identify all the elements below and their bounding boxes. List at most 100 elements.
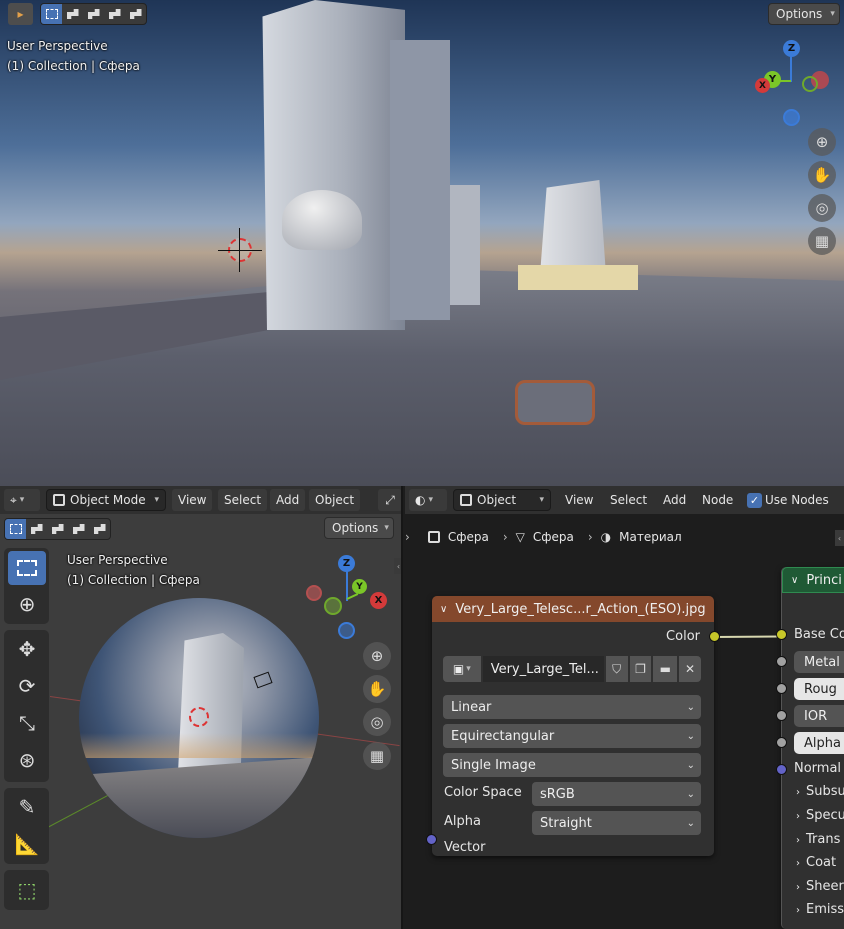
hand-pan-icon[interactable]: ✋ bbox=[808, 161, 836, 189]
move-icon[interactable]: ✥ bbox=[8, 632, 46, 666]
camera-icon[interactable]: ◎ bbox=[363, 708, 391, 736]
select-difference-icon[interactable] bbox=[68, 519, 89, 539]
cursor-icon[interactable]: ⊕ bbox=[8, 587, 46, 621]
select-box-icon[interactable] bbox=[8, 551, 46, 585]
menu-object[interactable]: Object bbox=[309, 489, 361, 511]
ior-socket[interactable] bbox=[776, 710, 787, 721]
sidebar-toggle-icon[interactable]: ‹ bbox=[394, 558, 401, 574]
select-subtract-icon[interactable] bbox=[47, 519, 68, 539]
gizmo-y-axis[interactable]: Y bbox=[352, 579, 367, 594]
camera-icon[interactable]: ◎ bbox=[808, 194, 836, 222]
hand-pan-icon[interactable]: ✋ bbox=[363, 675, 391, 703]
ior-field[interactable]: IOR bbox=[794, 705, 844, 727]
collapse-chevron-icon[interactable]: ∨ bbox=[791, 575, 798, 586]
alpha-mode-dropdown[interactable]: Straight ⌄ bbox=[532, 811, 701, 835]
3d-cursor-icon[interactable] bbox=[189, 707, 209, 727]
shader-node-editor[interactable]: ◐ ▾ Object ▾ View Select Add Node ✓ Use N… bbox=[405, 486, 844, 929]
use-nodes-checkbox[interactable]: ✓ bbox=[747, 493, 762, 508]
select-subtract-icon[interactable] bbox=[83, 4, 104, 24]
annotate-icon[interactable]: ✎ bbox=[8, 790, 46, 824]
fake-user-icon[interactable]: ⛉ bbox=[605, 656, 628, 682]
gizmo-neg-y-axis[interactable] bbox=[802, 76, 818, 92]
selection-mode-group[interactable] bbox=[40, 3, 147, 25]
image-selector[interactable]: ▣ ▾ Very_Large_Tel... ⛉ ❐ ▬ ✕ bbox=[443, 656, 701, 682]
collapse-chevron-icon[interactable]: ∨ bbox=[440, 604, 447, 615]
transform-orientation-icon[interactable]: ⤢ bbox=[378, 489, 401, 511]
select-intersect-icon[interactable] bbox=[89, 519, 110, 539]
transmission-panel[interactable]: › Trans bbox=[796, 832, 840, 847]
base-color-socket[interactable] bbox=[776, 629, 787, 640]
interpolation-dropdown[interactable]: Linear ⌄ bbox=[443, 695, 701, 719]
options-button[interactable]: Options ▾ bbox=[324, 517, 394, 539]
principled-node-header[interactable]: ∨ Princi bbox=[782, 567, 844, 593]
source-dropdown[interactable]: Single Image ⌄ bbox=[443, 753, 701, 777]
menu-add[interactable]: Add bbox=[657, 489, 692, 511]
emission-panel[interactable]: › Emiss bbox=[796, 902, 844, 917]
select-new-icon[interactable] bbox=[41, 4, 62, 24]
select-extend-icon[interactable] bbox=[62, 4, 83, 24]
grid-perspective-icon[interactable]: ▦ bbox=[808, 227, 836, 255]
zoom-icon[interactable]: ⊕ bbox=[363, 642, 391, 670]
duplicate-icon[interactable]: ❐ bbox=[629, 656, 652, 682]
coat-panel[interactable]: › Coat bbox=[796, 855, 836, 870]
image-node-header[interactable]: ∨ Very_Large_Telesc...r_Action_(ESO).jpg bbox=[432, 596, 714, 622]
editor-type-button[interactable]: ⌖ ▾ bbox=[4, 489, 40, 511]
unlink-close-icon[interactable]: ✕ bbox=[679, 656, 701, 682]
subsurface-panel[interactable]: › Subsu bbox=[796, 784, 844, 799]
metallic-field[interactable]: Metal bbox=[794, 651, 844, 673]
gizmo-z-axis[interactable]: Z bbox=[338, 555, 355, 572]
menu-node[interactable]: Node bbox=[696, 489, 739, 511]
vector-input-socket[interactable] bbox=[426, 834, 437, 845]
open-folder-icon[interactable]: ▬ bbox=[653, 656, 678, 682]
sheen-panel[interactable]: › Sheer bbox=[796, 879, 844, 894]
grid-perspective-icon[interactable]: ▦ bbox=[363, 742, 391, 770]
roughness-socket[interactable] bbox=[776, 683, 787, 694]
alpha-field[interactable]: Alpha bbox=[794, 732, 844, 754]
metallic-socket[interactable] bbox=[776, 656, 787, 667]
gizmo-neg-y-axis[interactable] bbox=[324, 597, 342, 615]
gizmo-x-axis[interactable]: X bbox=[370, 592, 387, 609]
menu-select[interactable]: Select bbox=[218, 489, 268, 511]
zoom-icon[interactable]: ⊕ bbox=[808, 128, 836, 156]
gizmo-neg-x-axis[interactable] bbox=[306, 585, 322, 601]
principled-bsdf-node[interactable]: ∨ Princi Base Co Metal Roug IOR Alpha No… bbox=[776, 567, 844, 929]
select-difference-icon[interactable] bbox=[104, 4, 125, 24]
image-name-field[interactable]: Very_Large_Tel... bbox=[482, 656, 604, 682]
alpha-socket[interactable] bbox=[776, 737, 787, 748]
mode-dropdown[interactable]: Object Mode ▾ bbox=[46, 489, 166, 511]
sidebar-toggle-icon[interactable]: ‹ bbox=[835, 530, 844, 546]
editor-type-button[interactable]: ◐ ▾ bbox=[409, 489, 447, 511]
gizmo-z-axis[interactable]: Z bbox=[783, 40, 800, 57]
base-color-label: Base Co bbox=[794, 627, 844, 642]
transform-icon[interactable]: ⊛ bbox=[8, 743, 46, 777]
shader-type-dropdown[interactable]: Object ▾ bbox=[453, 489, 551, 511]
gizmo-x-axis[interactable]: X bbox=[755, 78, 770, 93]
3d-viewport[interactable]: ⌖ ▾ Object Mode ▾ View Select Add Object … bbox=[0, 486, 403, 929]
select-intersect-icon[interactable] bbox=[125, 4, 146, 24]
select-new-icon[interactable] bbox=[5, 519, 26, 539]
specular-panel[interactable]: › Specu bbox=[796, 808, 844, 823]
select-extend-icon[interactable] bbox=[26, 519, 47, 539]
menu-view[interactable]: View bbox=[559, 489, 599, 511]
select-tool-icon[interactable]: ▸ bbox=[8, 3, 33, 25]
environment-viewport[interactable]: ▸ User Perspective (1) Collection | Сфер… bbox=[0, 0, 844, 486]
roughness-field[interactable]: Roug bbox=[794, 678, 844, 700]
color-output-socket[interactable] bbox=[709, 631, 720, 642]
normal-socket[interactable] bbox=[776, 764, 787, 775]
gizmo-neg-z-axis[interactable] bbox=[783, 109, 800, 126]
measure-icon[interactable]: 📐 bbox=[8, 827, 46, 861]
menu-add[interactable]: Add bbox=[270, 489, 306, 511]
menu-view[interactable]: View bbox=[172, 489, 213, 511]
selection-mode-group[interactable] bbox=[4, 518, 111, 540]
gizmo-neg-z-axis[interactable] bbox=[338, 622, 355, 639]
add-cube-icon[interactable]: ⬚ bbox=[8, 873, 46, 907]
menu-select[interactable]: Select bbox=[604, 489, 653, 511]
rotate-icon[interactable]: ⟳ bbox=[8, 669, 46, 703]
color-space-dropdown[interactable]: sRGB ⌄ bbox=[532, 782, 701, 806]
image-browse-icon[interactable]: ▣ ▾ bbox=[443, 656, 481, 682]
image-texture-node[interactable]: ∨ Very_Large_Telesc...r_Action_(ESO).jpg… bbox=[426, 596, 720, 856]
projection-dropdown[interactable]: Equirectangular ⌄ bbox=[443, 724, 701, 748]
scale-icon[interactable]: ⤡ bbox=[8, 706, 46, 740]
options-button[interactable]: Options ▾ bbox=[768, 3, 840, 25]
use-nodes-label[interactable]: Use Nodes bbox=[765, 493, 829, 507]
